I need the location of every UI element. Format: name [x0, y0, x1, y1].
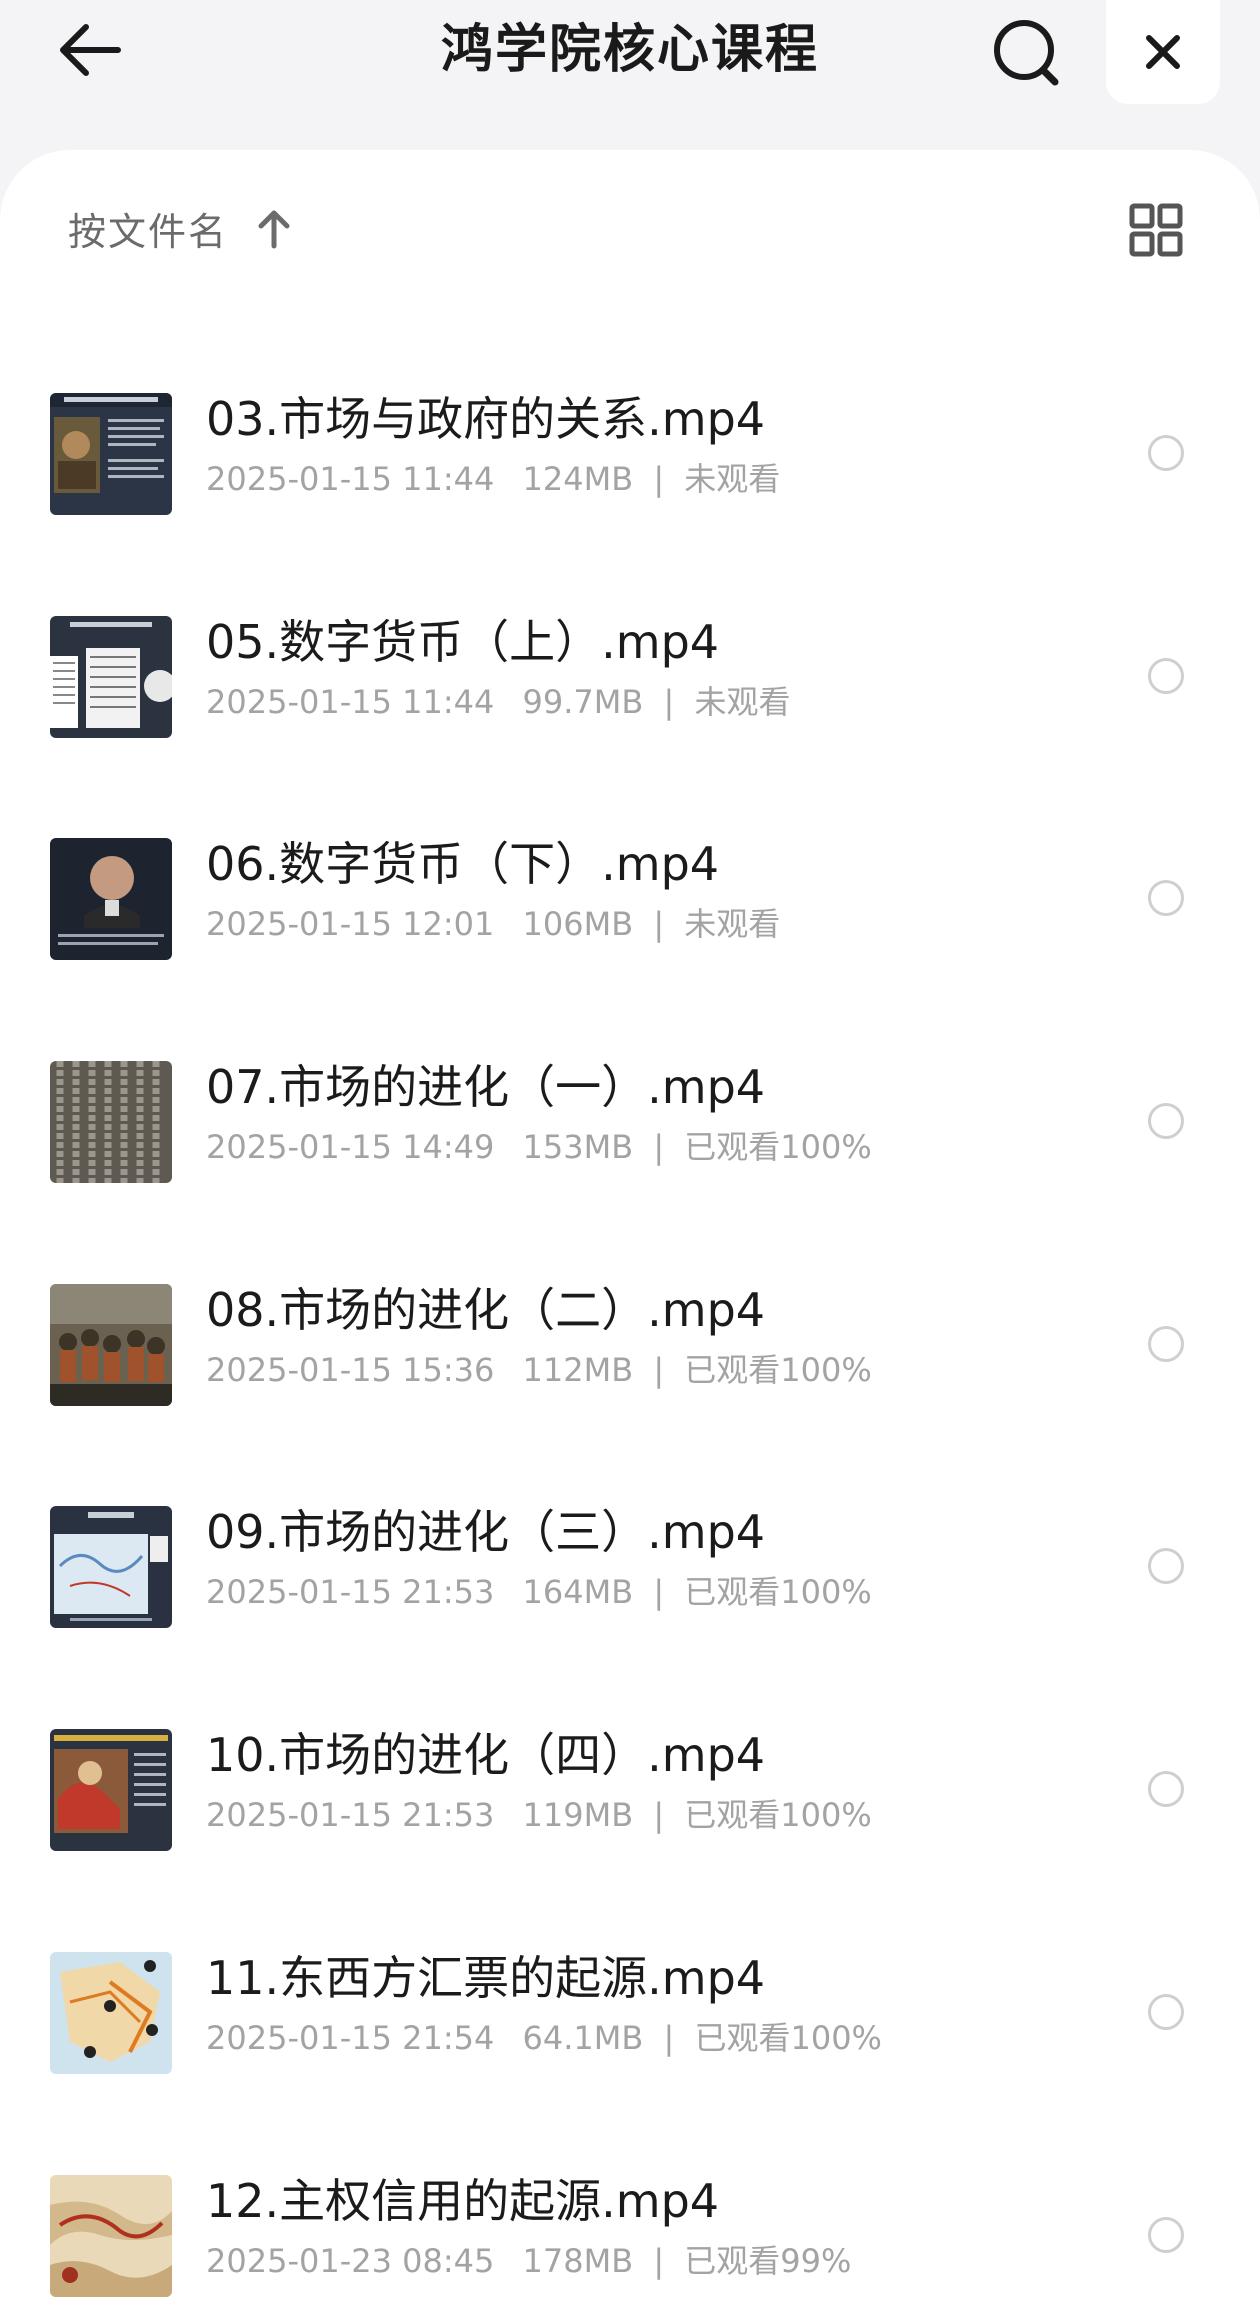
close-button[interactable] — [1106, 0, 1220, 104]
select-radio[interactable] — [1148, 1325, 1184, 1362]
close-icon — [1146, 35, 1180, 69]
file-size: 164MB — [522, 1573, 634, 1612]
file-row[interactable]: 07.市场的进化（一）.mp4 2025-01-15 14:49 153MB |… — [0, 1013, 1260, 1236]
file-datetime: 2025-01-15 21:53 — [206, 1796, 495, 1835]
video-thumbnail — [50, 1506, 172, 1629]
file-datetime: 2025-01-15 15:36 — [206, 1350, 495, 1389]
file-name: 07.市场的进化（一）.mp4 — [206, 1060, 766, 1115]
watch-status: 未观看 — [684, 460, 781, 498]
select-radio[interactable] — [1148, 880, 1184, 917]
watch-status: 已观看100% — [694, 2018, 882, 2057]
select-radio[interactable] — [1148, 1103, 1184, 1140]
watch-status: 已观看100% — [684, 1573, 872, 1612]
file-row[interactable]: 05.数字货币（上）.mp4 2025-01-15 11:44 99.7MB |… — [0, 568, 1260, 791]
sort-label: 按文件名 — [68, 209, 229, 254]
watch-status: 未观看 — [694, 682, 791, 721]
file-name: 05.数字货币（上）.mp4 — [206, 614, 720, 669]
file-meta: 2025-01-15 11:44 124MB | 未观看 — [206, 457, 780, 501]
arrow-up-icon — [258, 210, 290, 249]
meta-separator: | — [653, 2241, 665, 2280]
file-datetime: 2025-01-23 08:45 — [206, 2241, 495, 2280]
video-thumbnail — [50, 393, 172, 515]
video-thumbnail — [50, 615, 172, 738]
file-size: 153MB — [522, 1128, 634, 1167]
video-thumbnail — [50, 1061, 172, 1184]
meta-separator: | — [653, 1573, 665, 1612]
top-bar: 鸿学院核心课程 — [0, 0, 1260, 150]
file-size: 178MB — [522, 2241, 634, 2280]
meta-separator: | — [653, 1796, 665, 1835]
file-datetime: 2025-01-15 12:01 — [206, 905, 495, 944]
app-screen: 鸿学院核心课程 按文件名 03.市场与政府的关系.mp4 2025-01-15 … — [0, 0, 1260, 2309]
meta-separator: | — [663, 682, 675, 721]
meta-separator: | — [663, 2018, 675, 2057]
page-title: 鸿学院核心课程 — [440, 20, 819, 80]
video-thumbnail — [50, 838, 172, 961]
file-datetime: 2025-01-15 21:53 — [206, 1573, 495, 1612]
file-datetime: 2025-01-15 11:44 — [206, 460, 495, 498]
search-icon — [994, 20, 1059, 86]
search-button[interactable] — [986, 10, 1066, 90]
file-meta: 2025-01-23 08:45 178MB | 已观看99% — [206, 2239, 851, 2283]
file-name: 08.市场的进化（二）.mp4 — [206, 1282, 766, 1337]
watch-status: 已观看100% — [684, 1128, 872, 1167]
video-thumbnail — [50, 2174, 172, 2297]
select-radio[interactable] — [1148, 435, 1184, 471]
file-datetime: 2025-01-15 11:44 — [206, 682, 495, 721]
file-meta: 2025-01-15 21:53 119MB | 已观看100% — [206, 1793, 872, 1837]
select-radio[interactable] — [1148, 1993, 1184, 2030]
file-meta: 2025-01-15 15:36 112MB | 已观看100% — [206, 1348, 872, 1392]
file-meta: 2025-01-15 21:53 164MB | 已观看100% — [206, 1570, 872, 1614]
select-radio[interactable] — [1148, 2216, 1184, 2253]
file-size: 112MB — [522, 1350, 634, 1389]
file-row[interactable]: 03.市场与政府的关系.mp4 2025-01-15 11:44 124MB |… — [0, 345, 1260, 568]
video-thumbnail — [50, 1951, 172, 2074]
file-list: 03.市场与政府的关系.mp4 2025-01-15 11:44 124MB |… — [0, 345, 1260, 2309]
file-meta: 2025-01-15 12:01 106MB | 未观看 — [206, 902, 780, 946]
watch-status: 已观看100% — [684, 1350, 872, 1389]
video-thumbnail — [50, 1729, 172, 1852]
file-datetime: 2025-01-15 21:54 — [206, 2018, 495, 2057]
file-meta: 2025-01-15 21:54 64.1MB | 已观看100% — [206, 2016, 882, 2060]
watch-status: 已观看99% — [684, 2241, 852, 2280]
file-size: 106MB — [522, 905, 634, 944]
file-row[interactable]: 12.主权信用的起源.mp4 2025-01-23 08:45 178MB | … — [0, 2127, 1260, 2309]
file-row[interactable]: 09.市场的进化（三）.mp4 2025-01-15 21:53 164MB |… — [0, 1458, 1260, 1681]
file-panel: 按文件名 03.市场与政府的关系.mp4 2025-01-15 11:44 12… — [0, 150, 1260, 2309]
file-meta: 2025-01-15 11:44 99.7MB | 未观看 — [206, 680, 790, 724]
meta-separator: | — [653, 460, 665, 498]
file-name: 10.市场的进化（四）.mp4 — [206, 1728, 766, 1783]
file-size: 64.1MB — [522, 2018, 644, 2057]
file-size: 99.7MB — [522, 682, 644, 721]
file-name: 12.主权信用的起源.mp4 — [206, 2173, 720, 2228]
file-meta: 2025-01-15 14:49 153MB | 已观看100% — [206, 1125, 872, 1169]
file-name: 06.数字货币（下）.mp4 — [206, 837, 720, 892]
file-row[interactable]: 10.市场的进化（四）.mp4 2025-01-15 21:53 119MB |… — [0, 1681, 1260, 1904]
meta-separator: | — [653, 905, 665, 944]
meta-separator: | — [653, 1128, 665, 1167]
file-row[interactable]: 08.市场的进化（二）.mp4 2025-01-15 15:36 112MB |… — [0, 1236, 1260, 1459]
watch-status: 已观看100% — [684, 1796, 872, 1835]
video-thumbnail — [50, 1283, 172, 1406]
file-datetime: 2025-01-15 14:49 — [206, 1128, 495, 1167]
file-name: 03.市场与政府的关系.mp4 — [206, 392, 766, 446]
watch-status: 未观看 — [684, 905, 781, 944]
meta-separator: | — [653, 1350, 665, 1389]
file-name: 11.东西方汇票的起源.mp4 — [206, 1950, 766, 2005]
sort-control[interactable]: 按文件名 — [68, 198, 294, 258]
file-size: 124MB — [522, 460, 634, 498]
file-row[interactable]: 11.东西方汇票的起源.mp4 2025-01-15 21:54 64.1MB … — [0, 1904, 1260, 2127]
grid-view-icon — [1129, 203, 1183, 257]
select-radio[interactable] — [1148, 657, 1184, 694]
file-name: 09.市场的进化（三）.mp4 — [206, 1505, 766, 1560]
file-size: 119MB — [522, 1796, 634, 1835]
file-row[interactable]: 06.数字货币（下）.mp4 2025-01-15 12:01 106MB | … — [0, 790, 1260, 1013]
select-radio[interactable] — [1148, 1771, 1184, 1808]
grid-view-button[interactable] — [1128, 202, 1184, 258]
select-radio[interactable] — [1148, 1548, 1184, 1585]
